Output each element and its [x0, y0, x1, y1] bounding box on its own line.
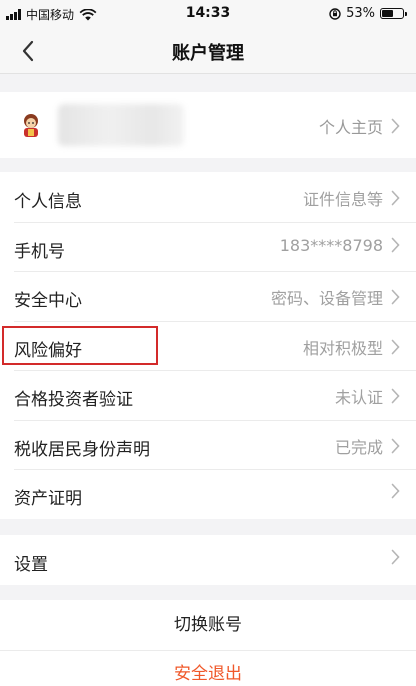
row-value: 密码、设备管理 — [270, 289, 383, 308]
row-right: 相对积极型 — [303, 335, 400, 359]
logout-button[interactable]: 安全退出 — [0, 651, 416, 686]
account-settings-list: 个人信息 证件信息等 手机号 183****8798 安全中心 密码、设备管理 … — [0, 172, 416, 519]
chevron-right-icon — [391, 483, 400, 499]
row-value: 相对积极型 — [302, 338, 383, 358]
row-right: 未认证 — [335, 384, 400, 408]
row-right: 183****8798 — [280, 236, 400, 255]
battery-fill — [382, 10, 393, 17]
chevron-right-icon — [391, 118, 400, 134]
list-item-phone-number[interactable]: 手机号 183****8798 — [0, 221, 416, 272]
profile-link[interactable]: 个人主页 — [319, 114, 400, 138]
chevron-right-icon — [391, 388, 400, 404]
chevron-right-icon — [391, 289, 400, 305]
list-item-asset-proof[interactable]: 资产证明 — [0, 469, 416, 519]
row-right: 证件信息等 — [303, 186, 400, 210]
row-label: 税收居民身份声明 — [14, 439, 150, 460]
chevron-right-icon — [391, 237, 400, 253]
chevron-right-icon — [391, 190, 400, 206]
orientation-lock-icon — [329, 7, 341, 20]
avatar-icon — [24, 114, 38, 137]
page-title: 账户管理 — [172, 43, 244, 64]
battery-percent: 53% — [346, 6, 375, 21]
list-item-tax-residency[interactable]: 税收居民身份声明 已完成 — [0, 419, 416, 470]
row-label: 风险偏好 — [14, 340, 82, 361]
list-item-risk-preference[interactable]: 风险偏好 相对积极型 — [0, 320, 416, 371]
list-item-qualified-investor[interactable]: 合格投资者验证 未认证 — [0, 370, 416, 420]
row-value: 未认证 — [334, 388, 383, 407]
action-group: 切换账号 安全退出 — [0, 600, 416, 686]
row-label: 资产证明 — [14, 489, 82, 509]
chevron-right-icon — [391, 438, 400, 453]
row-label: 安全中心 — [14, 291, 82, 311]
chevron-right-icon — [391, 549, 400, 565]
row-right — [383, 483, 400, 499]
list-item-personal-info[interactable]: 个人信息 证件信息等 — [0, 172, 416, 222]
row-label: 个人信息 — [14, 192, 82, 212]
status-right: 53% — [329, 6, 407, 21]
row-label: 设置 — [14, 555, 48, 575]
username-obscured — [58, 104, 184, 146]
row-label: 合格投资者验证 — [14, 390, 133, 410]
row-value: 183****8798 — [279, 235, 383, 255]
battery-icon — [380, 8, 407, 19]
list-item-security-center[interactable]: 安全中心 密码、设备管理 — [0, 271, 416, 321]
switch-account-button[interactable]: 切换账号 — [0, 600, 416, 650]
row-label: 手机号 — [14, 241, 65, 262]
row-right — [391, 549, 400, 565]
row-right: 密码、设备管理 — [271, 285, 400, 309]
nav-bar: 账户管理 — [0, 28, 416, 74]
row-value: 已完成 — [334, 437, 383, 457]
list-item-settings[interactable]: 设置 — [0, 535, 416, 585]
chevron-right-icon — [391, 339, 400, 354]
profile-link-label: 个人主页 — [318, 118, 383, 137]
row-value: 证件信息等 — [302, 190, 383, 209]
profile-row[interactable]: 个人主页 — [0, 92, 416, 158]
status-bar: 中国移动 14:33 53% — [0, 0, 416, 28]
row-right: 已完成 — [335, 434, 400, 458]
back-button[interactable] — [14, 36, 44, 66]
settings-group: 设置 — [0, 535, 416, 585]
